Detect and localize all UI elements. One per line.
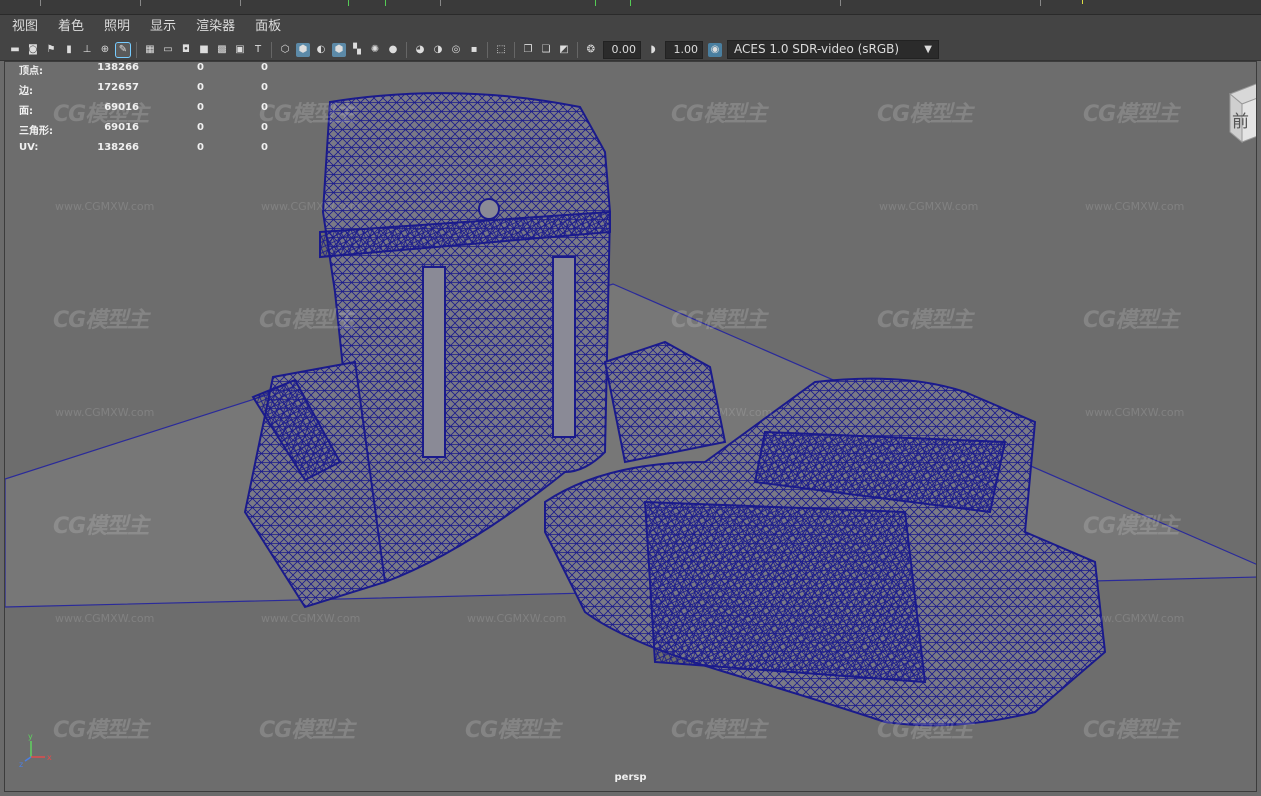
field-chart-icon[interactable]: ▩: [215, 43, 229, 57]
watermark-url: www.CGMXW.com: [55, 406, 155, 419]
watermark-url: www.CGMXW.com: [879, 200, 979, 213]
camera-select-icon[interactable]: ▬: [8, 43, 22, 57]
watermark-logo: CG模型主: [877, 718, 973, 743]
watermark-url: www.CGMXW.com: [55, 612, 155, 625]
default-material-icon[interactable]: ◐: [314, 43, 328, 57]
bookmark-icon[interactable]: ⚑: [44, 43, 58, 57]
xray-joints-icon[interactable]: ❑: [539, 43, 553, 57]
watermark-logo: CG模型主: [259, 308, 355, 333]
watermark-url: www.CGMXW.com: [1085, 612, 1185, 625]
exposure-field[interactable]: 0.00: [603, 40, 641, 59]
gate-mask-icon[interactable]: ■: [197, 43, 211, 57]
watermark-url: www.CGMXW.com: [261, 200, 361, 213]
smooth-shade-icon[interactable]: ⬢: [296, 42, 310, 57]
safe-title-icon[interactable]: T: [251, 43, 265, 57]
watermark-url: www.CGMXW.com: [467, 612, 567, 625]
watermark-logo: CG模型主: [1083, 514, 1179, 539]
gamma-field[interactable]: 1.00: [665, 40, 703, 59]
watermark-logo: CG模型主: [671, 308, 767, 333]
menu-renderer[interactable]: 渲染器: [184, 15, 243, 39]
watermark-logo: CG模型主: [671, 718, 767, 743]
wireframe-icon[interactable]: ⬡: [278, 43, 292, 57]
watermark-url: www.CGMXW.com: [1085, 200, 1185, 213]
grease-pencil-icon[interactable]: ✎: [115, 41, 131, 58]
axis-x-label: x: [47, 753, 52, 762]
hud-row-vertices: 顶点: 138266 0 0: [19, 62, 268, 77]
watermark-logo: CG模型主: [671, 102, 767, 127]
watermark-logo: CG模型主: [877, 102, 973, 127]
camera-name-label: persp: [614, 772, 647, 783]
watermark-logo: CG模型主: [465, 718, 561, 743]
resolution-gate-icon[interactable]: ◘: [179, 43, 193, 57]
textured-icon[interactable]: ▚: [350, 43, 364, 57]
watermark-logo: CG模型主: [1083, 718, 1179, 743]
chevron-down-icon: ▼: [924, 44, 932, 55]
watermark-url: www.CGMXW.com: [55, 200, 155, 213]
watermark-url: www.CGMXW.com: [261, 612, 361, 625]
grid-icon[interactable]: ▦: [143, 43, 157, 57]
hud-row-edges: 边: 172657 0 0: [19, 82, 268, 97]
view-transform-value: ACES 1.0 SDR-video (sRGB): [734, 42, 900, 56]
viewport-3d[interactable]: CG模型主 CG模型主 CG模型主 CG模型主 CG模型主 www.CGMXW.…: [4, 61, 1257, 792]
isolate-select-icon[interactable]: ⬚: [494, 43, 508, 57]
view-cube[interactable]: 前: [1220, 82, 1257, 144]
safe-action-icon[interactable]: ▣: [233, 43, 247, 57]
panel-menubar: 视图 着色 照明 显示 渲染器 面板: [0, 15, 1261, 39]
menu-panels[interactable]: 面板: [243, 15, 289, 39]
lights-icon[interactable]: ✺: [368, 43, 382, 57]
watermark-logo: CG模型主: [1083, 102, 1179, 127]
pivot-icon[interactable]: ⊕: [98, 43, 112, 57]
axis-gizmo: y x z: [19, 732, 52, 769]
camera-attributes-icon[interactable]: ◙: [26, 43, 40, 57]
xray-icon[interactable]: ❐: [521, 43, 535, 57]
watermark-logo: CG模型主: [1083, 308, 1179, 333]
poly-count-hud: 顶点: 138266 0 0 边: 172657 0 0 面: 69016 0 0 三角形: 690…: [19, 62, 279, 162]
image-plane-icon[interactable]: ▮: [62, 43, 76, 57]
maya-window: 视图 着色 照明 显示 渲染器 面板 ▬ ◙ ⚑ ▮ ⊥ ⊕ ✎ ▦ ▭ ◘ ■…: [0, 0, 1261, 796]
scene-render: [5, 92, 1256, 727]
depth-of-field-icon[interactable]: ▪: [467, 43, 481, 57]
color-management-icon[interactable]: ◉: [708, 42, 722, 57]
view-cube-front-label: 前: [1232, 112, 1249, 132]
menu-show[interactable]: 显示: [138, 15, 184, 39]
wireframe-on-shaded-icon[interactable]: ⬢: [332, 42, 346, 57]
watermark-url: www.CGMXW.com: [1085, 406, 1185, 419]
view-transform-dropdown[interactable]: ACES 1.0 SDR-video (sRGB) ▼: [727, 40, 939, 59]
watermark-logo: CG模型主: [53, 718, 149, 743]
antialiasing-icon[interactable]: ◎: [449, 43, 463, 57]
watermark-url: www.CGMXW.com: [673, 406, 773, 419]
xray-components-icon[interactable]: ◩: [557, 43, 571, 57]
watermark-logo: CG模型主: [259, 718, 355, 743]
gamma-icon[interactable]: ◗: [646, 43, 660, 57]
exposure-icon[interactable]: ❂: [584, 43, 598, 57]
ambient-occlusion-icon[interactable]: ◕: [413, 43, 427, 57]
grid-toggle-icon[interactable]: ⊥: [80, 43, 94, 57]
watermark-logo: CG模型主: [877, 308, 973, 333]
menu-view[interactable]: 视图: [0, 15, 46, 39]
watermark-logo: CG模型主: [53, 514, 149, 539]
shadows-icon[interactable]: ●: [386, 43, 400, 57]
timeline-strip[interactable]: [0, 0, 1261, 15]
menu-lighting[interactable]: 照明: [92, 15, 138, 39]
watermark-logo: CG模型主: [53, 308, 149, 333]
hud-row-triangles: 三角形: 69016 0 0: [19, 122, 268, 137]
axis-y-label: y: [28, 732, 33, 741]
motion-blur-icon[interactable]: ◑: [431, 43, 445, 57]
panel-toolbar: ▬ ◙ ⚑ ▮ ⊥ ⊕ ✎ ▦ ▭ ◘ ■ ▩ ▣ T ⬡ ⬢ ◐ ⬢ ▚ ✺ …: [0, 39, 1261, 61]
hud-row-faces: 面: 69016 0 0: [19, 102, 268, 117]
axis-z-label: z: [19, 760, 23, 769]
film-gate-icon[interactable]: ▭: [161, 43, 175, 57]
hud-row-uvs: UV: 138266 0 0: [19, 142, 268, 153]
menu-shading[interactable]: 着色: [46, 15, 92, 39]
